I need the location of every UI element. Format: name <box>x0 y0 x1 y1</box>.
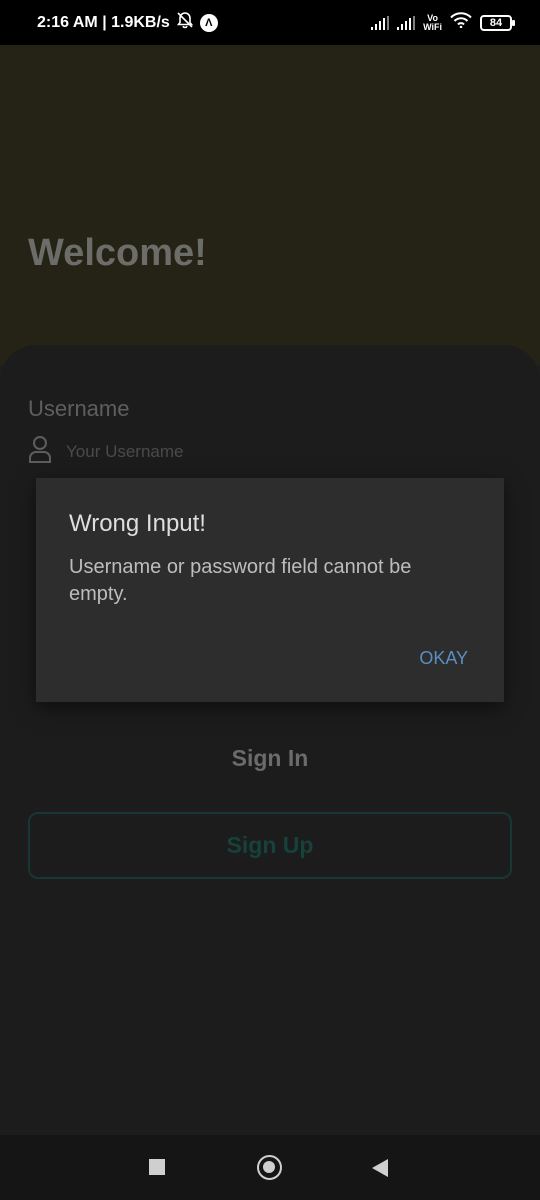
app-notification-icon: Λ <box>199 13 218 32</box>
time-network-speed: 2:16 AM | 1.9KB/s <box>37 13 170 31</box>
signal-icon <box>397 15 416 30</box>
signal-icon <box>371 15 390 30</box>
home-icon[interactable] <box>257 1155 282 1180</box>
dialog-title: Wrong Input! <box>69 510 206 537</box>
battery-icon: 84 <box>480 14 515 31</box>
wifi-icon <box>450 12 472 33</box>
okay-button[interactable]: OKAY <box>405 644 482 673</box>
vowifi-indicator: Vo WiFi <box>423 13 442 32</box>
status-right: Vo WiFi 84 <box>371 12 515 33</box>
app-screen: 2:16 AM | 1.9KB/s Λ Vo WiFi 84 Welcome! … <box>0 0 540 1200</box>
status-bar: 2:16 AM | 1.9KB/s Λ Vo WiFi 84 <box>0 0 540 45</box>
mute-bell-icon <box>176 11 194 34</box>
dialog-message: Username or password field cannot be emp… <box>69 556 412 605</box>
back-icon[interactable] <box>372 1159 388 1177</box>
alert-dialog: Wrong Input! Username or password field … <box>36 478 504 702</box>
recents-icon[interactable] <box>149 1159 165 1175</box>
vowifi-bottom: WiFi <box>423 21 442 32</box>
battery-level: 84 <box>489 16 503 29</box>
status-left: 2:16 AM | 1.9KB/s Λ <box>37 11 218 34</box>
system-nav-bar <box>0 1135 540 1200</box>
